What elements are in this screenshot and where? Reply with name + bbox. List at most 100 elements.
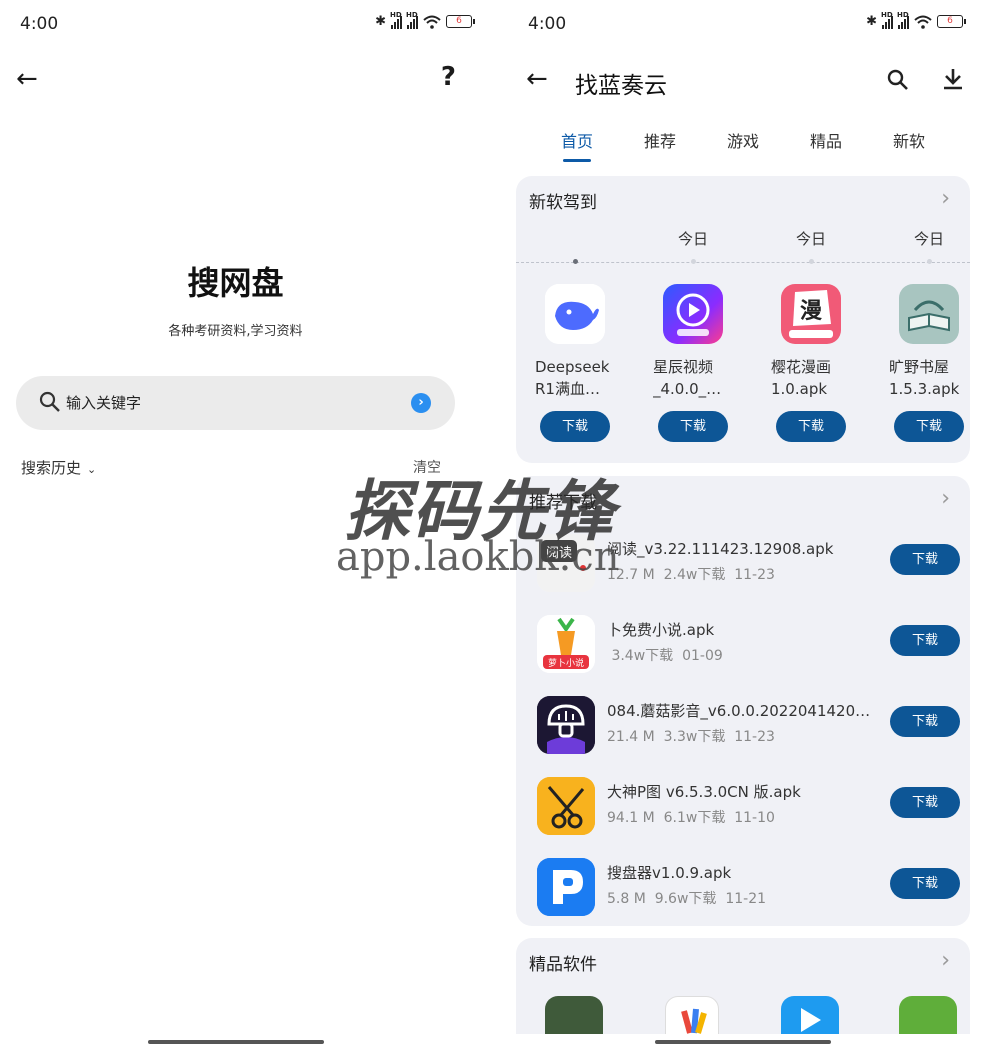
category-tabs: 首页 推荐 游戏 精品 新软 [508,128,981,168]
list-item[interactable]: 阅读 阅读_v3.22.111423.12908.apk 12.7 M 2.4w… [516,534,970,614]
home-indicator[interactable] [148,1040,324,1044]
download-button[interactable]: 下载 [890,787,960,818]
download-button[interactable]: 下载 [890,868,960,899]
app-meta: 21.4 M 3.3w下载 11-23 [607,726,775,746]
list-item[interactable]: 搜盘器v1.0.9.apk 5.8 M 9.6w下载 11-21 下载 [516,858,970,926]
app-date: 11-23 [734,567,775,583]
battery-level: 6 [947,16,953,26]
read-icon: 阅读 [537,534,595,592]
timeline-dot [927,259,932,264]
app-downloads: 9.6w下载 [654,891,717,907]
battery-icon: 6 [446,15,475,28]
app-name: 大神P图 v6.5.3.0CN 版.apk [607,783,801,801]
search-icon[interactable] [886,68,910,92]
app-name: 星辰视频_4.0.0_… [653,358,722,398]
signal-icon: HD [390,11,402,29]
app-downloads: 3.4w下载 [611,648,674,664]
timeline-dot [809,259,814,264]
svg-text:漫: 漫 [800,299,822,324]
back-arrow-icon[interactable]: ← [16,64,46,94]
status-icons: ✱ HD HD 6 [375,11,475,29]
status-bar: 4:00 ✱ HD HD 6 [0,0,490,48]
manga-icon: 漫 [781,284,841,344]
download-button[interactable]: 下载 [894,411,964,442]
section-title: 新软驾到 [529,193,597,213]
battery-icon: 6 [937,15,966,28]
search-history-toggle[interactable]: 搜索历史 ⌄ [21,457,96,478]
p-letter-icon [537,858,595,916]
app-name: 樱花漫画1.0.apk [771,358,832,398]
app-meta: 12.7 M 2.4w下载 11-23 [607,564,775,584]
premium-software-card: 精品软件 › [516,938,970,1034]
help-icon[interactable]: ? [441,62,456,92]
tab-home[interactable]: 首页 [552,128,602,162]
wifi-icon [914,15,932,29]
new-app-item[interactable]: 漫 樱花漫画1.0.apk 下载 [771,284,865,442]
signal-icon: HD [897,11,909,29]
wifi-icon [423,15,441,29]
list-item[interactable]: 大神P图 v6.5.3.0CN 版.apk 94.1 M 6.1w下载 11-1… [516,777,970,857]
timeline [516,262,970,264]
lanzou-store-screen: 4:00 ✱ HD HD 6 ← 找蓝奏云 首页 推荐 游戏 精品 新软 新软驾… [508,0,981,1051]
tab-premium[interactable]: 精品 [801,128,851,152]
download-button[interactable]: 下载 [776,411,846,442]
app-size: 5.8 M [607,891,646,907]
status-time: 4:00 [20,14,59,34]
new-app-item[interactable]: 星辰视频_4.0.0_… 下载 [653,284,747,442]
bluetooth-icon: ✱ [375,14,386,29]
tab-recommend[interactable]: 推荐 [635,128,685,152]
search-go-icon[interactable]: › [411,393,431,413]
download-icon[interactable] [942,67,964,91]
scissors-icon [537,777,595,835]
app-meta: 94.1 M 6.1w下载 11-10 [607,807,775,827]
app-name: 搜盘器v1.0.9.apk [607,864,732,882]
colorful-app-icon[interactable] [665,996,719,1034]
app-downloads: 3.3w下载 [663,729,726,745]
signal-icon: HD [881,11,893,29]
back-arrow-icon[interactable]: ← [526,64,548,94]
chevron-right-icon[interactable]: › [941,186,950,211]
day-label: 今日 [678,230,709,248]
chevron-right-icon[interactable]: › [941,948,950,973]
new-software-card: 新软驾到 › 今日 今日 今日 Deepseek R1满血… 下载 星辰视频_4… [516,176,970,463]
book-icon [899,284,959,344]
new-app-item[interactable]: 旷野书屋1.5.3.apk 下载 [889,284,970,442]
status-icons: ✱ HD HD 6 [866,11,966,29]
chevron-right-icon[interactable]: › [941,486,950,511]
app-name: 084.蘑菇影音_v6.0.0.2022041420… [607,702,871,720]
tab-games[interactable]: 游戏 [718,128,768,152]
game-app-icon[interactable] [545,996,603,1034]
app-date: 01-09 [682,648,723,664]
search-input[interactable] [66,390,396,416]
day-label: 今日 [796,230,827,248]
signal-icon: HD [406,11,418,29]
download-button[interactable]: 下载 [890,625,960,656]
search-bar[interactable]: › [16,376,455,430]
download-button[interactable]: 下载 [890,544,960,575]
page-subtitle: 各种考研资料,学习资料 [168,324,303,339]
app-name: Deepseek R1满血… [535,358,610,398]
clear-history-button[interactable]: 清空 [413,457,441,477]
app-icon-text: 萝卜小说 [548,657,584,669]
game-app-icon[interactable] [899,996,957,1034]
chevron-down-icon: ⌄ [87,463,97,476]
app-size: 21.4 M [607,729,655,745]
download-button[interactable]: 下载 [540,411,610,442]
home-indicator[interactable] [655,1040,831,1044]
play-store-icon[interactable] [781,996,839,1034]
download-button[interactable]: 下载 [890,706,960,737]
tab-new-software[interactable]: 新软 [884,128,934,152]
app-meta: 5.8 M 9.6w下载 11-21 [607,888,766,908]
new-app-item[interactable]: Deepseek R1满血… 下载 [535,284,629,442]
recommended-card: 推荐下载 › 阅读 阅读_v3.22.111423.12908.apk 12.7… [516,476,970,926]
list-item[interactable]: 084.蘑菇影音_v6.0.0.2022041420… 21.4 M 3.3w下… [516,696,970,776]
list-item[interactable]: 萝卜小说 卜免费小说.apk 3.4w下载 01-09 下载 [516,615,970,695]
app-size: 94.1 M [607,810,655,826]
page-title: 搜网盘 [187,264,284,302]
status-bar: 4:00 ✱ HD HD 6 [508,0,981,48]
section-title: 推荐下载 [529,493,597,513]
play-icon [663,284,723,344]
download-button[interactable]: 下载 [658,411,728,442]
app-date: 11-23 [734,729,775,745]
app-downloads: 6.1w下载 [663,810,726,826]
